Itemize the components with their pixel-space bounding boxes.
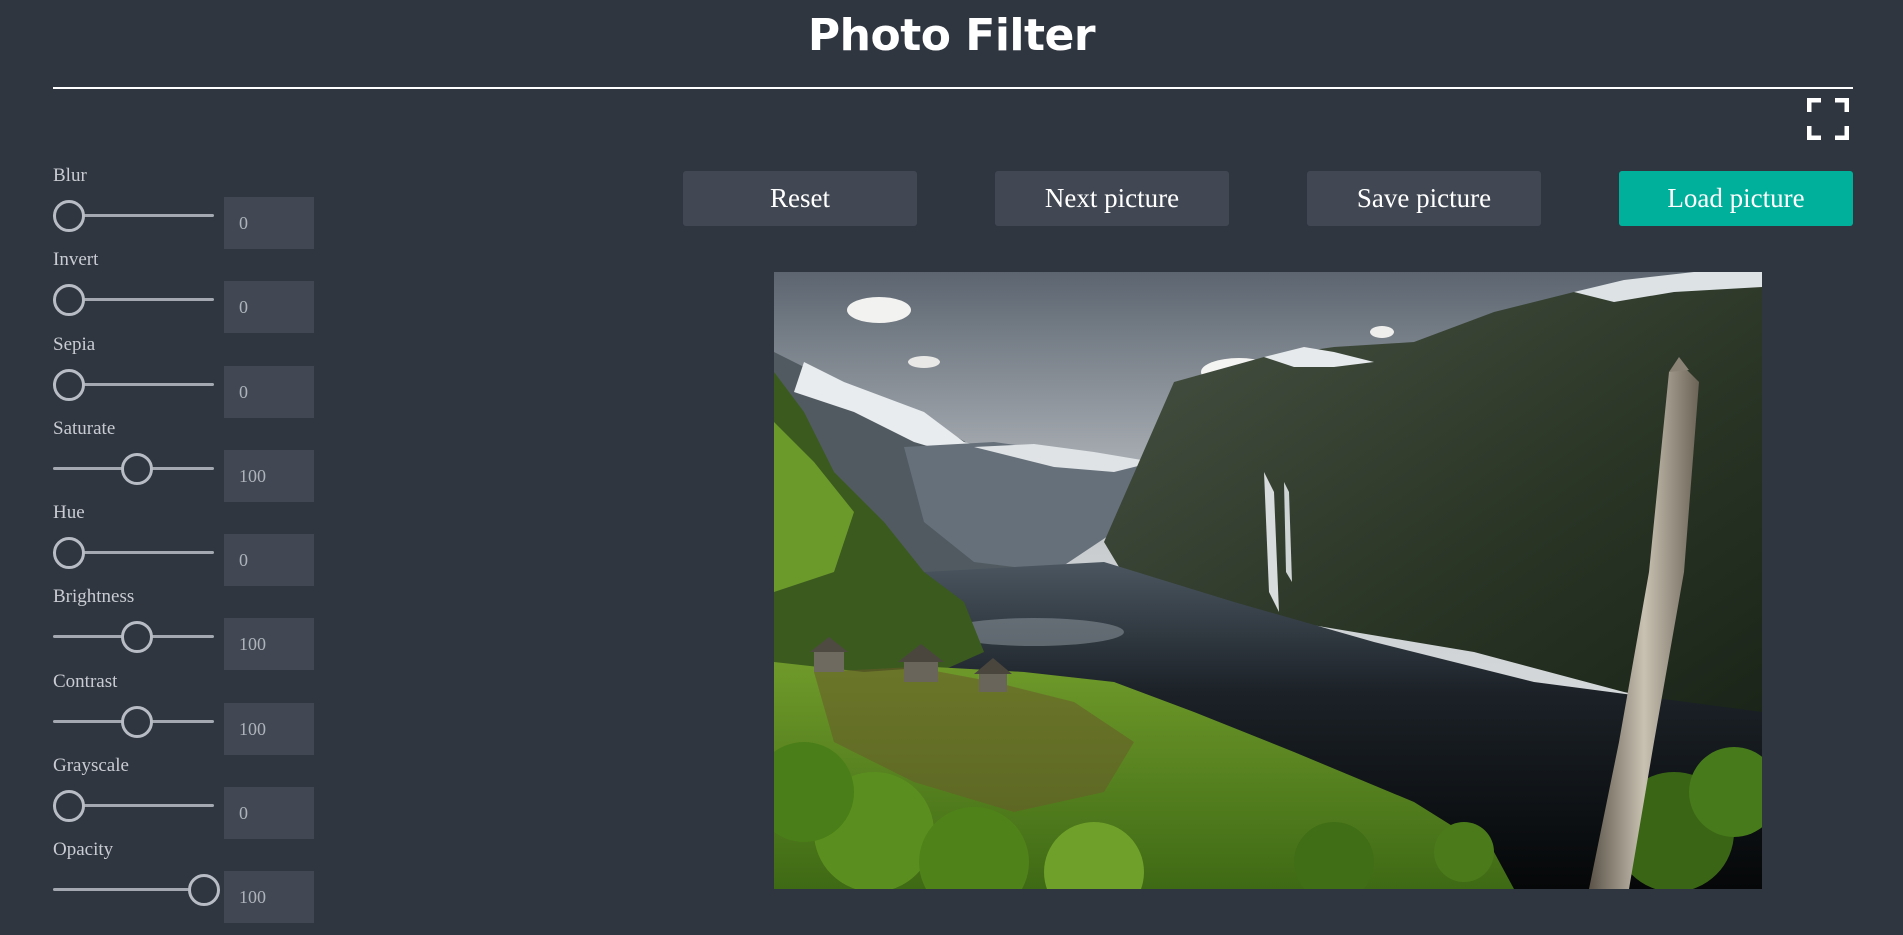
invert-value-input[interactable]: 0 [224,281,314,334]
hue-slider-thumb[interactable] [53,537,85,570]
fullscreen-icon[interactable] [1806,97,1850,141]
save-picture-button[interactable]: Save picture [1307,171,1541,226]
hue-value-input[interactable]: 0 [224,534,314,587]
saturate-value-input[interactable]: 100 [224,449,314,502]
filter-label: Hue [53,502,85,524]
filter-label: Contrast [53,670,118,692]
filter-blur: Blur 0 [53,165,323,249]
filter-label: Grayscale [53,755,129,777]
filter-label: Sepia [53,333,96,355]
grayscale-slider-thumb[interactable] [53,790,85,823]
contrast-slider-thumb[interactable] [120,705,153,738]
filters-panel: Blur 0 Invert 0 Sepia 0 Saturate 100 Hue… [53,165,323,924]
filter-label: Invert [53,249,99,271]
brightness-slider-thumb[interactable] [120,621,153,654]
invert-slider-thumb[interactable] [53,284,85,317]
blur-slider-thumb[interactable] [53,200,85,232]
blur-value-input[interactable]: 0 [224,197,314,249]
brightness-value-input[interactable]: 100 [224,618,314,671]
filter-hue: Hue 0 [53,502,323,587]
opacity-value-input[interactable]: 100 [224,871,314,924]
filter-grayscale: Grayscale 0 [53,755,323,840]
header-divider [53,87,1853,89]
load-picture-button[interactable]: Load picture [1619,171,1853,226]
saturate-slider-thumb[interactable] [120,452,153,485]
contrast-value-input[interactable]: 100 [224,702,314,755]
filter-sepia: Sepia 0 [53,334,323,418]
photo-preview [774,272,1762,889]
sepia-slider-thumb[interactable] [53,368,85,401]
filter-contrast: Contrast 100 [53,671,323,755]
sepia-value-input[interactable]: 0 [224,365,314,418]
filter-opacity: Opacity 100 [53,839,323,924]
filter-invert: Invert 0 [53,249,323,334]
grayscale-value-input[interactable]: 0 [224,787,314,840]
filter-saturate: Saturate 100 [53,418,323,502]
page-title: Photo Filter [807,10,1096,61]
opacity-slider-thumb[interactable] [188,874,220,907]
filter-label: Brightness [53,586,135,608]
next-picture-button[interactable]: Next picture [995,171,1229,226]
filter-label: Opacity [53,839,114,861]
filter-label: Blur [53,165,87,186]
filter-brightness: Brightness 100 [53,586,323,671]
reset-button[interactable]: Reset [683,171,917,226]
filter-label: Saturate [53,417,116,439]
